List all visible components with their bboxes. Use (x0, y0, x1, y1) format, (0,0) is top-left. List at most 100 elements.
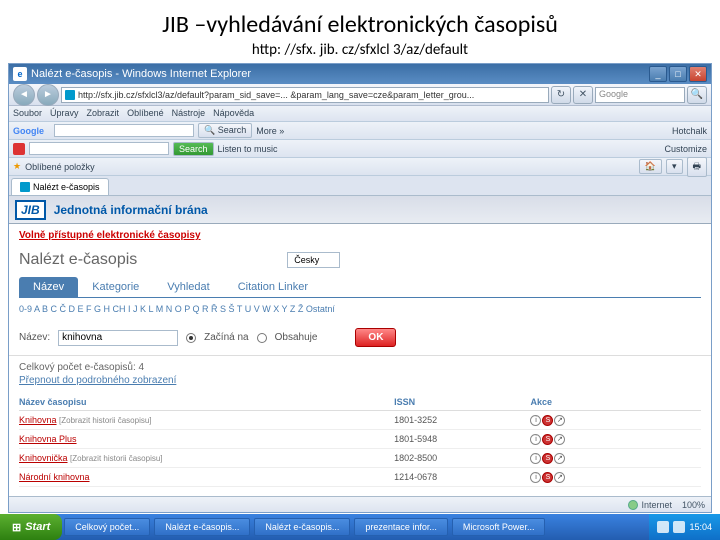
alpha-bar[interactable]: 0-9 A B C Č D E F G H CH I J K L M N O P… (9, 298, 711, 320)
address-bar: ◄ ► http://sfx.jib.cz/sfxlcl3/az/default… (9, 84, 711, 106)
sfx-icon[interactable]: S (542, 434, 553, 445)
google-toolbar: Google 🔍 Search More » Hotchalk (9, 122, 711, 140)
taskbar-item[interactable]: Celkový počet... (64, 518, 150, 536)
menu-file[interactable]: Soubor (13, 108, 42, 119)
ok-button[interactable]: OK (355, 328, 396, 347)
start-button[interactable]: Start (0, 514, 62, 540)
taskbar-item[interactable]: Nalézt e-časopis... (154, 518, 250, 536)
feeds-button[interactable]: ▾ (666, 159, 683, 174)
col-issn: ISSN (394, 394, 530, 411)
menu-help[interactable]: Nápověda (213, 108, 254, 119)
minimize-button[interactable]: _ (649, 66, 667, 82)
info-icon[interactable]: i (530, 434, 541, 445)
table-row: Knihovna Plus 1801-5948iS↗ (19, 430, 701, 449)
sfx-icon[interactable]: S (542, 453, 553, 464)
jib-header: JIB Jednotná informační brána (9, 196, 711, 224)
url-text: http://sfx.jib.cz/sfxlcl3/az/default?par… (78, 90, 474, 100)
maximize-button[interactable]: □ (669, 66, 687, 82)
system-tray: 15:04 (649, 514, 720, 540)
switch-view-link[interactable]: Přepnout do podrobného zobrazení (19, 375, 701, 386)
link-icon[interactable]: ↗ (554, 472, 565, 483)
name-label: Název: (19, 332, 50, 343)
info-icon[interactable]: i (530, 415, 541, 426)
info-icon[interactable]: i (530, 472, 541, 483)
slide-url: http: //sfx. jib. cz/sfxlcl 3/az/default (0, 41, 720, 63)
taskbar-item[interactable]: Nalézt e-časopis... (254, 518, 350, 536)
col-actions: Akce (530, 394, 701, 411)
table-row: Knihovnička [Zobrazit historii časopisu]… (19, 449, 701, 468)
link-icon[interactable]: ↗ (554, 434, 565, 445)
status-bar: Internet 100% (9, 496, 711, 512)
ask-search-button[interactable]: Search (173, 142, 214, 156)
ask-listen[interactable]: Listen to music (218, 144, 278, 154)
language-select[interactable]: Česky (287, 252, 340, 268)
google-search-input[interactable] (54, 124, 194, 137)
titlebar: e Nalézt e-časopis - Windows Internet Ex… (9, 64, 711, 84)
info-icon[interactable]: i (530, 453, 541, 464)
hotchalk-button[interactable]: Hotchalk (672, 126, 707, 136)
tray-icon[interactable] (657, 521, 669, 533)
favorites-toolbar: ★ Oblíbené položky 🏠 ▾ 🖶 (9, 158, 711, 176)
taskbar-item[interactable]: Microsoft Power... (452, 518, 546, 536)
sfx-icon[interactable]: S (542, 472, 553, 483)
search-row: Název: Začíná na Obsahuje OK (9, 320, 711, 356)
radio-begins[interactable] (186, 333, 196, 343)
tab-nazev[interactable]: Název (19, 277, 78, 297)
journal-link[interactable]: Národní knihovna (19, 472, 90, 482)
col-name: Název časopisu (19, 394, 394, 411)
back-button[interactable]: ◄ (13, 84, 35, 106)
name-input[interactable] (58, 330, 178, 346)
sfx-icon[interactable]: S (542, 415, 553, 426)
favorites-label[interactable]: Oblíbené položky (25, 162, 95, 172)
tab-vyhledat[interactable]: Vyhledat (153, 277, 223, 297)
internet-zone-icon (628, 500, 638, 510)
taskbar: Start Celkový počet...Nalézt e-časopis..… (0, 514, 720, 540)
menu-favorites[interactable]: Oblíbené (127, 108, 164, 119)
zoom-level[interactable]: 100% (682, 500, 705, 510)
menu-view[interactable]: Zobrazit (87, 108, 120, 119)
journal-link[interactable]: Knihovna Plus (19, 434, 77, 444)
tab-citation[interactable]: Citation Linker (224, 277, 322, 297)
red-subtitle: Volně přístupné elektronické časopisy (9, 224, 711, 247)
favicon-icon: e (13, 67, 27, 81)
radio-contains[interactable] (257, 333, 267, 343)
forward-button[interactable]: ► (37, 84, 59, 106)
ask-search-input[interactable] (29, 142, 169, 155)
link-icon[interactable]: ↗ (554, 415, 565, 426)
search-go-button[interactable]: 🔍 (687, 86, 707, 104)
zone-label: Internet (641, 500, 672, 510)
window-title: Nalézt e-časopis - Windows Internet Expl… (31, 68, 649, 80)
link-icon[interactable]: ↗ (554, 453, 565, 464)
url-favicon-icon (65, 90, 75, 100)
journal-link[interactable]: Knihovna (19, 415, 57, 425)
page-content: JIB Jednotná informační brána Volně přís… (9, 196, 711, 496)
taskbar-item[interactable]: prezentace infor... (354, 518, 448, 536)
tab-kategorie[interactable]: Kategorie (78, 277, 153, 297)
close-button[interactable]: ✕ (689, 66, 707, 82)
tab-page[interactable]: Nalézt e-časopis (11, 178, 109, 195)
jib-header-text: Jednotná informační brána (54, 203, 208, 217)
result-count: Celkový počet e-časopisů: 4 (19, 362, 701, 373)
stop-button[interactable]: ✕ (573, 86, 593, 104)
ask-icon (13, 143, 25, 155)
url-input[interactable]: http://sfx.jib.cz/sfxlcl3/az/default?par… (61, 87, 549, 103)
journal-link[interactable]: Knihovnička (19, 453, 68, 463)
google-search-button[interactable]: 🔍 Search (198, 123, 252, 138)
menu-edit[interactable]: Úpravy (50, 108, 79, 119)
ask-customize[interactable]: Customize (664, 144, 707, 154)
tray-icon[interactable] (673, 521, 685, 533)
browser-search-input[interactable]: Google (595, 87, 685, 103)
page-heading: Nalézt e-časopis (19, 251, 137, 269)
tab-bar: Nalézt e-časopis (9, 176, 711, 196)
print-button[interactable]: 🖶 (687, 157, 708, 177)
home-button[interactable]: 🏠 (639, 159, 662, 174)
search-tabs: Název Kategorie Vyhledat Citation Linker (19, 277, 701, 298)
menu-tools[interactable]: Nástroje (172, 108, 206, 119)
google-more[interactable]: More » (256, 126, 284, 136)
refresh-button[interactable]: ↻ (551, 86, 571, 104)
ask-toolbar: Search Listen to music Customize (9, 140, 711, 158)
table-row: Knihovna [Zobrazit historii časopisu]180… (19, 411, 701, 430)
menu-bar: Soubor Úpravy Zobrazit Oblíbené Nástroje… (9, 106, 711, 122)
slide-title: JIB –vyhledávání elektronických časopisů (0, 0, 720, 41)
google-label: Google (13, 126, 44, 136)
